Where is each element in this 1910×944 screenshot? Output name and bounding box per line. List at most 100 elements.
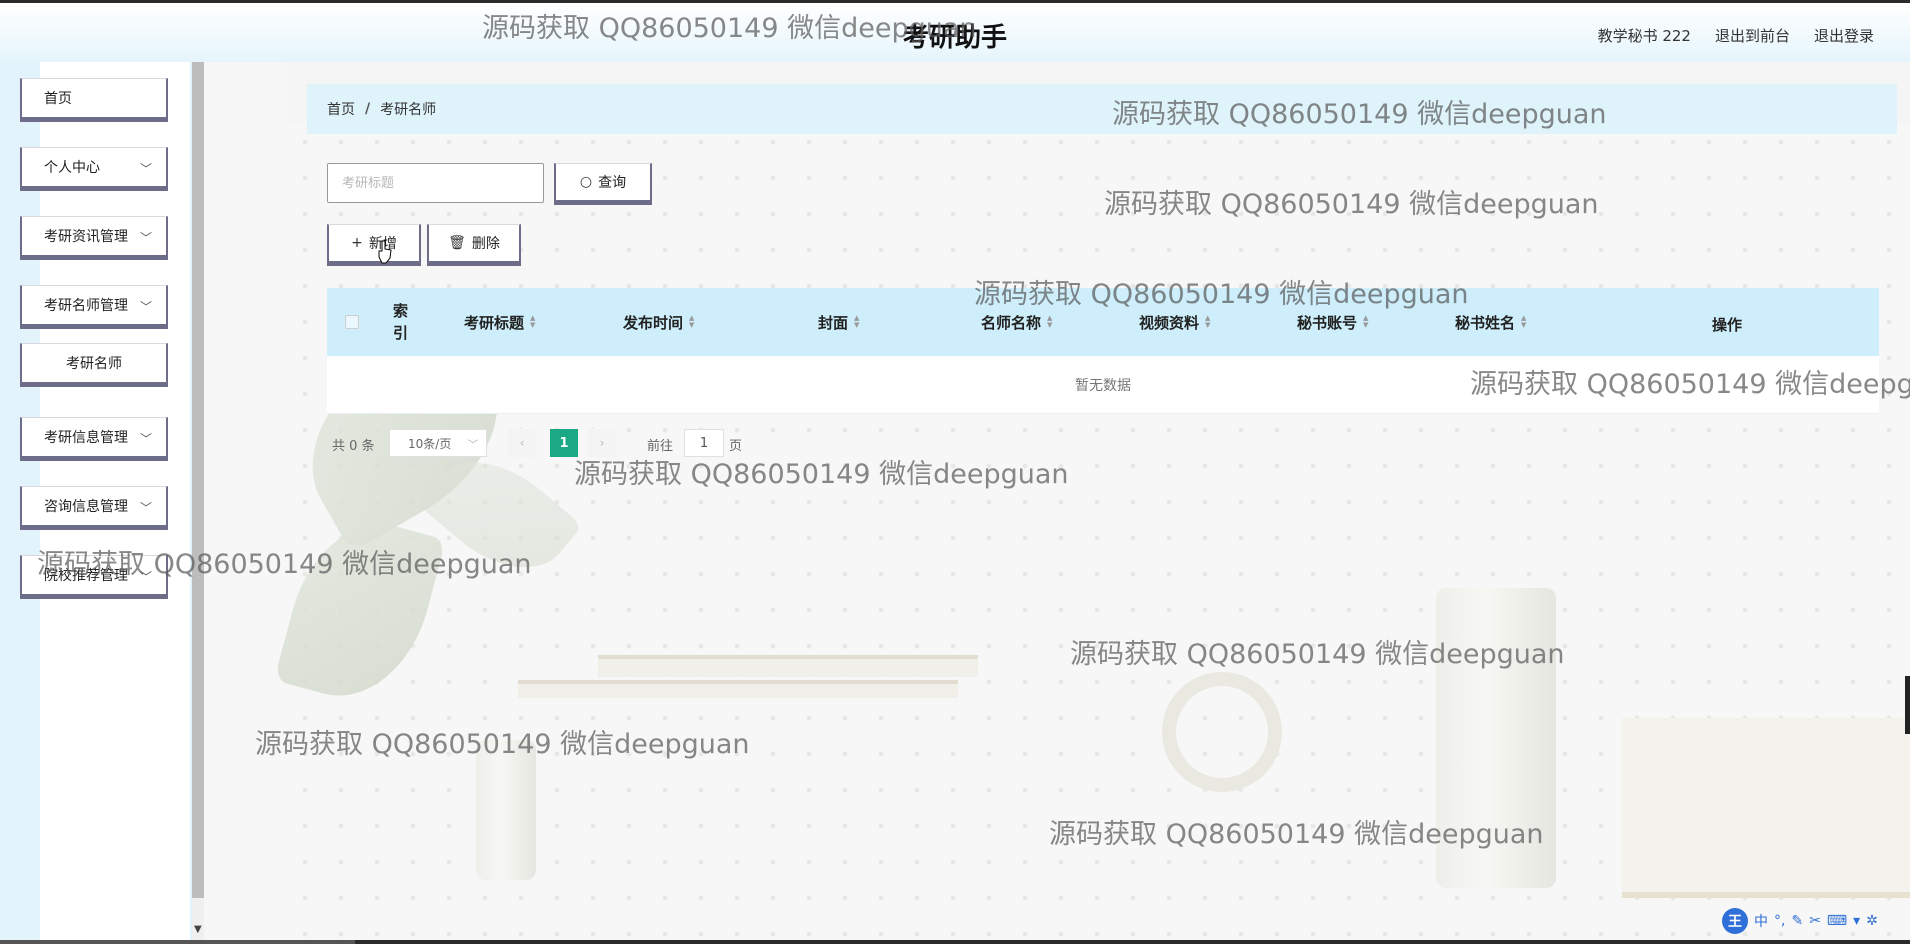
chevron-down-icon: ﹀ (139, 162, 152, 176)
taskbar-edge (0, 940, 355, 944)
chevron-down-icon: ﹀ (139, 231, 152, 245)
page-unit-text: 页 (729, 438, 743, 454)
chevron-down-icon: ﹀ (139, 432, 152, 446)
sidebar-item-news-management[interactable]: 考研资讯管理 ﹀ (20, 216, 168, 260)
column-header-secretary-name[interactable]: 秘书姓名 ▲ ▼ (1455, 288, 1526, 356)
sidebar-item-label: 首页 (44, 91, 72, 107)
column-header-actions: 操作 (1712, 290, 1742, 358)
goto-page-input[interactable] (684, 429, 724, 457)
keyboard-icon[interactable]: ⌨ (1827, 913, 1847, 929)
search-button-label: 查询 (598, 175, 627, 191)
book-decoration (1622, 718, 1910, 898)
chevron-down-icon: ﹀ (139, 501, 152, 515)
breadcrumb-home[interactable]: 首页 (327, 99, 355, 119)
board-decoration (518, 680, 958, 698)
settings-icon[interactable]: ✲ (1866, 913, 1878, 929)
cylinder-decoration (1436, 588, 1556, 888)
column-header-secretary-account[interactable]: 秘书账号 ▲ ▼ (1297, 288, 1368, 356)
sort-icon[interactable]: ▲ ▼ (1521, 315, 1526, 329)
top-header: 考研助手 教学秘书 222 退出到前台 退出登录 (0, 0, 1910, 62)
sidebar-item-personal-center[interactable]: 个人中心 ﹀ (20, 147, 168, 191)
sidebar-item-home[interactable]: 首页 (20, 78, 168, 122)
column-header-label: 视频资料 (1139, 313, 1200, 332)
punctuation-icon[interactable]: °, (1774, 913, 1785, 929)
select-all-checkbox[interactable] (345, 315, 359, 329)
sort-icon[interactable]: ▲ ▼ (530, 315, 535, 329)
page-size-select[interactable]: 10条/页 ﹀ (389, 429, 487, 457)
scroll-down-arrow-icon[interactable]: ▼ (194, 924, 202, 935)
prev-page-button[interactable]: ‹ (508, 429, 536, 457)
sidebar-item-label: 咨询信息管理 (44, 499, 128, 515)
chevron-down-icon: ﹀ (139, 570, 152, 584)
shirt-icon[interactable]: ▾ (1853, 913, 1860, 929)
data-table: 索引 考研标题 ▲ ▼ 发布时间 ▲ ▼ 封面 ▲ ▼ 名师名称 ▲ ▼ 视频资料 ▲ ▼… (327, 288, 1879, 414)
column-header-label: 秘书姓名 (1455, 313, 1516, 332)
total-label: 共 0 条 (332, 438, 375, 454)
goto-text: 前往 (647, 438, 674, 454)
column-header-cover[interactable]: 封面 ▲ ▼ (818, 288, 859, 356)
sort-icon[interactable]: ▲ ▼ (1363, 315, 1368, 329)
search-button[interactable]: ○ 查询 (554, 163, 652, 205)
column-header-title[interactable]: 考研标题 ▲ ▼ (464, 288, 535, 356)
column-header-label: 发布时间 (623, 313, 684, 332)
sidebar-item-label: 考研名师管理 (44, 298, 128, 314)
ime-logo-icon[interactable]: 王 (1722, 908, 1748, 934)
breadcrumb-current: 考研名师 (380, 102, 437, 118)
sidebar-item-teacher-management[interactable]: 考研名师管理 ﹀ (20, 285, 168, 329)
edge-handle (1905, 676, 1910, 734)
user-label: 教学秘书 222 (1597, 27, 1691, 45)
sidebar-subitem-teachers[interactable]: 考研名师 (20, 343, 168, 387)
delete-button[interactable]: 🗑 删除 (427, 224, 521, 266)
board-decoration (598, 655, 978, 677)
cylinder-decoration (476, 740, 536, 880)
column-header-label: 秘书账号 (1297, 313, 1358, 332)
ime-language-toggle[interactable]: 中 (1754, 911, 1768, 931)
goto-label: 前往 (647, 430, 673, 458)
column-header-label: 操作 (1712, 315, 1743, 334)
background-panel (205, 62, 287, 944)
sidebar-item-label: 考研名师 (66, 356, 122, 372)
sort-icon[interactable]: ▲ ▼ (854, 315, 859, 329)
mouse-cursor-icon (378, 240, 392, 264)
chevron-down-icon: ﹀ (139, 300, 152, 314)
logout-link[interactable]: 退出登录 (1814, 25, 1874, 46)
header-actions: 教学秘书 222 退出到前台 退出登录 (1598, 25, 1874, 46)
plus-icon: + (351, 235, 363, 251)
ime-toolbar: 王 中 °, ✎ ✂ ⌨ ▾ ✲ (1722, 908, 1878, 934)
breadcrumb-separator: / (365, 101, 371, 117)
column-header-teacher-name[interactable]: 名师名称 ▲ ▼ (981, 288, 1052, 356)
sidebar-item-school-recommend[interactable]: 院校推荐管理 ﹀ (20, 555, 168, 599)
pen-icon[interactable]: ✎ (1791, 913, 1803, 929)
back-to-front-link[interactable]: 退出到前台 (1715, 25, 1790, 46)
search-input[interactable] (327, 163, 544, 203)
column-header-video[interactable]: 视频资料 ▲ ▼ (1139, 288, 1210, 356)
pagination-total: 共 0 条 (332, 430, 375, 458)
next-page-button[interactable]: › (588, 429, 616, 457)
sidebar-item-label: 考研资讯管理 (44, 229, 128, 245)
column-header-label: 封面 (818, 313, 849, 332)
chevron-left-icon: ‹ (519, 436, 525, 450)
page-unit-label: 页 (729, 430, 742, 458)
column-header-label: 名师名称 (981, 313, 1042, 332)
sidebar-item-label: 院校推荐管理 (44, 568, 128, 584)
empty-state: 暂无数据 (327, 356, 1879, 414)
search-icon: ○ (579, 174, 593, 190)
scrollbar-thumb[interactable] (192, 62, 204, 898)
column-header-index: 索引 (393, 302, 409, 342)
page-number-current[interactable]: 1 (550, 429, 578, 457)
sidebar-item-label: 考研信息管理 (44, 430, 128, 446)
chevron-right-icon: › (599, 436, 605, 450)
column-header-label: 考研标题 (464, 313, 525, 332)
breadcrumb: 首页 / 考研名师 (307, 84, 1897, 134)
table-header: 索引 考研标题 ▲ ▼ 发布时间 ▲ ▼ 封面 ▲ ▼ 名师名称 ▲ ▼ 视频资料 ▲ ▼… (327, 288, 1879, 356)
column-header-publish-time[interactable]: 发布时间 ▲ ▼ (623, 288, 694, 356)
chevron-down-icon: ﹀ (468, 440, 478, 451)
scissors-icon[interactable]: ✂ (1809, 913, 1821, 929)
sort-icon[interactable]: ▲ ▼ (1205, 315, 1210, 329)
sidebar-item-exam-info-management[interactable]: 考研信息管理 ﹀ (20, 417, 168, 461)
sort-icon[interactable]: ▲ ▼ (1047, 315, 1052, 329)
add-button[interactable]: + 新增 (327, 224, 421, 266)
sidebar-item-consult-management[interactable]: 咨询信息管理 ﹀ (20, 486, 168, 530)
sort-icon[interactable]: ▲ ▼ (689, 315, 694, 329)
ring-decoration (1162, 672, 1282, 792)
